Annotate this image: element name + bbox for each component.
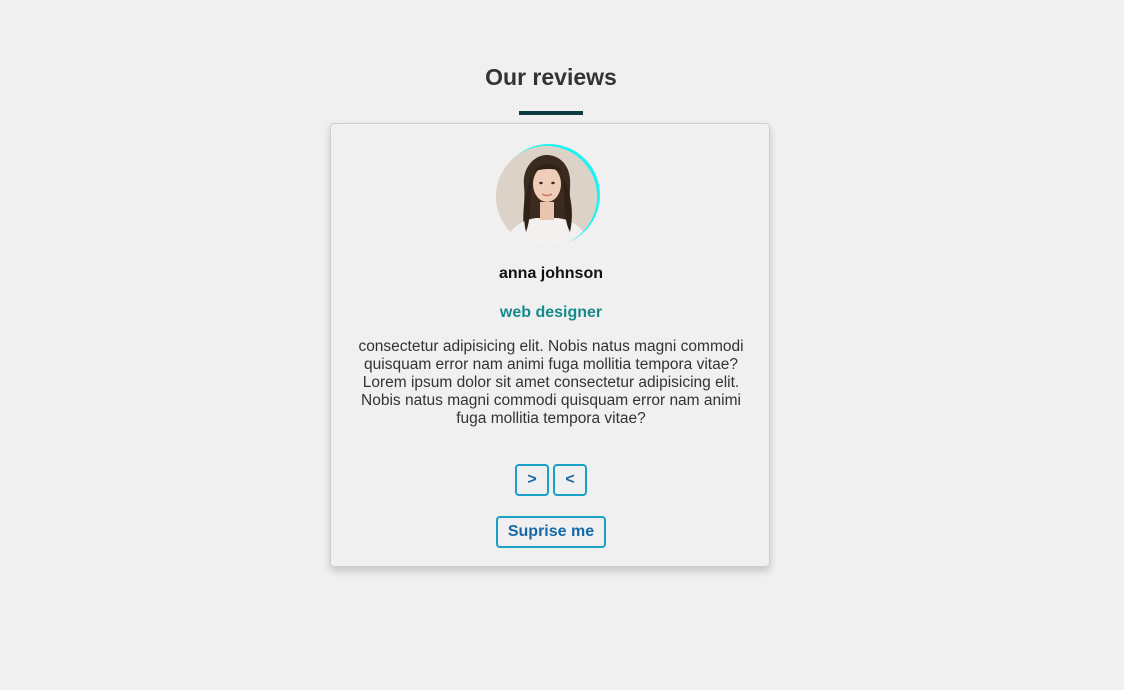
avatar-photo	[496, 146, 597, 247]
reviewer-job: web designer	[499, 304, 603, 321]
page: Our reviews anna johnson web designer co…	[0, 0, 1124, 690]
avatar-container	[496, 144, 602, 248]
nav-buttons: > <	[331, 464, 771, 496]
avatar	[496, 146, 597, 247]
prev-button[interactable]: <	[553, 464, 587, 496]
surprise-me-button[interactable]: Suprise me	[496, 516, 606, 548]
reviewer-name: anna johnson	[499, 265, 603, 282]
title-underline	[519, 111, 583, 115]
next-button[interactable]: >	[515, 464, 549, 496]
review-text: consectetur adipisicing elit. Nobis natu…	[358, 338, 744, 427]
section-title: Our reviews	[485, 64, 617, 90]
review-card: anna johnson web designer consectetur ad…	[330, 123, 770, 567]
